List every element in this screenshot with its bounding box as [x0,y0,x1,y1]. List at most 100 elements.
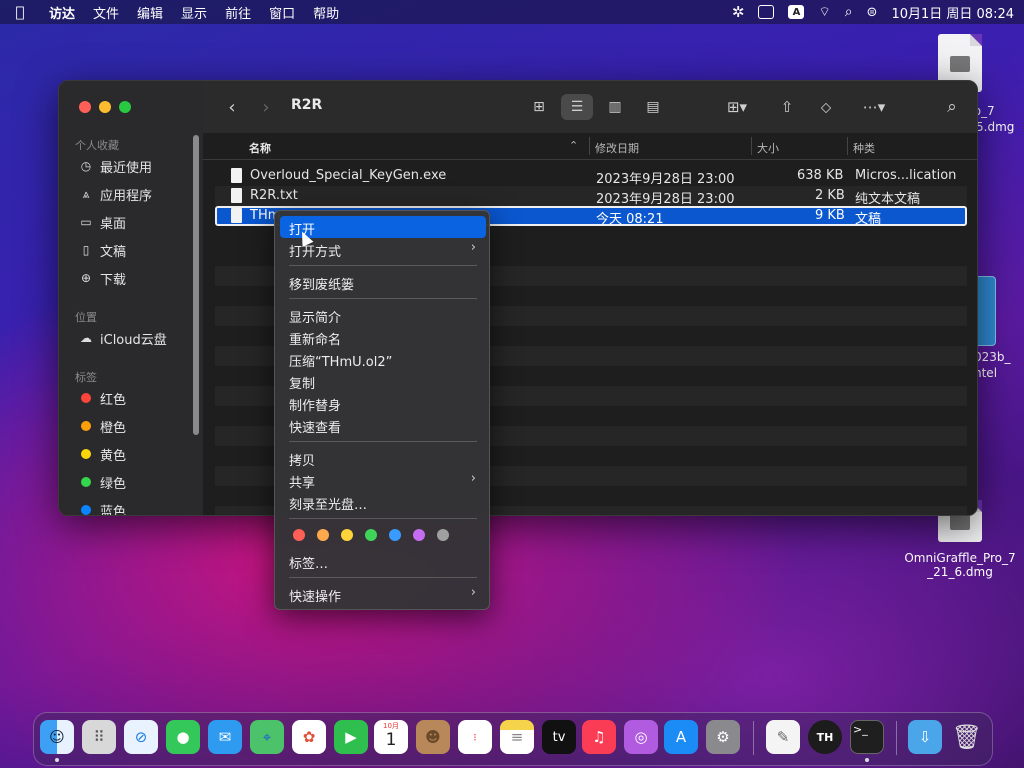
finder-icon[interactable]: ☺ [40,720,74,754]
column-view-button[interactable]: ▥ [599,94,631,120]
menu-file[interactable]: 文件 [84,3,128,22]
menu-item-burn[interactable]: 刻录至光盘… [280,491,486,513]
group-button[interactable]: ⊞▾ [719,95,755,119]
launchpad-icon[interactable]: ⠿ [82,720,116,754]
facetime-icon[interactable]: ▶ [334,720,368,754]
minimize-button[interactable] [99,101,111,113]
sidebar-item-label: 桌面 [100,216,127,232]
menu-item-compress[interactable]: 压缩“THmU.ol2” [280,348,486,370]
calendar-icon[interactable]: 10月 1 [374,720,408,754]
sidebar-tag-blue[interactable]: 蓝色 [79,500,127,516]
menu-item-quick-actions[interactable]: 快速操作 › [280,583,486,605]
table-row[interactable]: R2R.txt 2023年9月28日 23:00 2 KB 纯文本文稿 [215,186,967,207]
column-kind-header[interactable]: 种类 [853,140,875,156]
trash-icon[interactable]: 🗑 [950,720,984,754]
menu-item-trash[interactable]: 移到废纸篓 [280,271,486,293]
music-icon[interactable]: ♫ [582,720,616,754]
menu-item-make-alias[interactable]: 制作替身 [280,392,486,414]
photos-icon[interactable]: ✿ [292,720,326,754]
textedit-icon[interactable]: ✎ [766,720,800,754]
more-actions-button[interactable]: ⋯▾ [857,95,891,119]
menu-view[interactable]: 显示 [172,3,216,22]
icon-view-button[interactable]: ⊞ [523,94,555,120]
blue-tag-dot [81,505,91,515]
table-row[interactable]: Overloud_Special_KeyGen.exe 2023年9月28日 2… [215,166,967,187]
sidebar-scrollbar[interactable] [193,135,199,435]
dock: ☺ ⠿ ⊘ ● ✉ ⌖ ✿ ▶ 10月 1 ☻ ⁝ ≡ tv ♫ ◎ A ⚙ ✎… [33,712,993,766]
menu-item-quick-look[interactable]: 快速查看 [280,414,486,436]
status-app-icon[interactable]: ✲ [732,3,745,21]
sidebar-item-label: 蓝色 [100,504,127,516]
tag-yellow-dot[interactable] [341,529,353,541]
menu-window[interactable]: 窗口 [260,3,304,22]
spotlight-icon[interactable]: ⌕ [845,4,853,20]
apple-menu-icon[interactable]:  [0,3,40,21]
menubar-clock[interactable]: 10月1日 周日 08:24 [891,3,1014,22]
menu-item-tags[interactable]: 标签… [280,550,486,572]
zoom-button[interactable] [119,101,131,113]
share-icon[interactable]: ⇧ [777,95,797,119]
sidebar-tag-orange[interactable]: 橙色 [79,416,126,436]
view-mode-group: ⊞ ☰ ▥ ▤ [523,94,669,120]
sidebar-item-icloud[interactable]: ☁ iCloud云盘 [79,328,167,348]
safari-icon[interactable]: ⊘ [124,720,158,754]
menu-item-share[interactable]: 共享 › [280,469,486,491]
menu-item-get-info[interactable]: 显示简介 [280,304,486,326]
sidebar-item-downloads[interactable]: ⊕ 下载 [79,268,126,288]
window-switch-icon[interactable] [758,5,775,19]
back-button[interactable]: ‹ [223,95,241,119]
desktop-app-icon-2[interactable]: 023b_ ntel [970,276,1024,386]
forward-button[interactable]: › [257,95,275,119]
column-size-header[interactable]: 大小 [757,140,779,156]
sidebar-tag-yellow[interactable]: 黄色 [79,444,126,464]
wifi-icon[interactable]: ⌔ [818,4,830,20]
notes-icon[interactable]: ≡ [500,720,534,754]
menu-item-rename[interactable]: 重新命名 [280,326,486,348]
control-center-icon[interactable]: ⊜ [867,5,878,20]
menu-finder[interactable]: 访达 [40,3,84,22]
tag-icon[interactable]: ⬦ [815,95,837,119]
close-button[interactable] [79,101,91,113]
tag-blue-dot[interactable] [389,529,401,541]
menu-item-copy[interactable]: 拷贝 [280,447,486,469]
gallery-view-button[interactable]: ▤ [637,94,669,120]
desktop-icon-label-line1: 023b_ [974,350,1011,364]
tag-green-dot[interactable] [365,529,377,541]
menu-go[interactable]: 前往 [216,3,260,22]
mail-icon[interactable]: ✉ [208,720,242,754]
red-tag-dot [81,393,91,403]
downloads-folder-icon[interactable]: ⇩ [908,720,942,754]
tag-gray-dot[interactable] [437,529,449,541]
sidebar-item-documents[interactable]: ▯ 文稿 [79,240,126,260]
menu-edit[interactable]: 编辑 [128,3,172,22]
podcasts-icon[interactable]: ◎ [624,720,658,754]
menu-help[interactable]: 帮助 [304,3,348,22]
sidebar-item-applications[interactable]: ⩓ 应用程序 [79,184,152,204]
tag-orange-dot[interactable] [317,529,329,541]
app-store-icon[interactable]: A [664,720,698,754]
sidebar-tag-green[interactable]: 绿色 [79,472,126,492]
calendar-day: 1 [385,730,397,750]
sidebar-tag-red[interactable]: 红色 [79,388,126,408]
column-name-header[interactable]: 名称 [249,140,271,156]
terminal-icon[interactable]: >_ [850,720,884,754]
search-icon[interactable]: ⌕ [941,95,963,119]
reminders-icon[interactable]: ⁝ [458,720,492,754]
sidebar-item-label: 黄色 [100,448,127,464]
menu-item-duplicate[interactable]: 复制 [280,370,486,392]
sidebar-item-recents[interactable]: ◷ 最近使用 [79,156,152,176]
tag-purple-dot[interactable] [413,529,425,541]
sidebar-item-desktop[interactable]: ▭ 桌面 [79,212,126,232]
maps-icon[interactable]: ⌖ [250,720,284,754]
contacts-icon[interactable]: ☻ [416,720,450,754]
file-name: R2R.txt [250,188,298,203]
thu-app-icon[interactable]: TH [808,720,842,754]
tag-red-dot[interactable] [293,529,305,541]
messages-icon[interactable]: ● [166,720,200,754]
system-preferences-icon[interactable]: ⚙ [706,720,740,754]
apple-tv-icon[interactable]: tv [542,720,576,754]
list-view-button[interactable]: ☰ [561,94,593,120]
input-method-icon[interactable]: A [788,5,805,19]
column-date-header[interactable]: 修改日期 [595,140,639,156]
menu-item-open[interactable]: 打开 [280,216,486,238]
